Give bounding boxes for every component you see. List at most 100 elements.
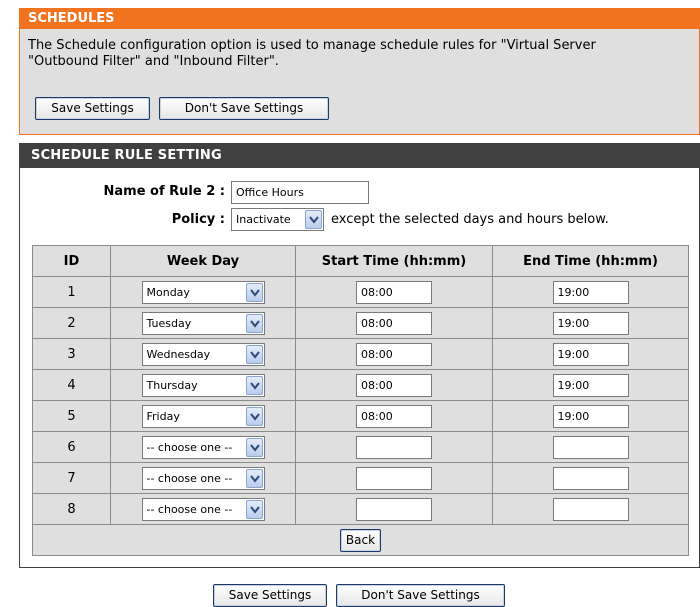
- week-day-cell: Thursday: [110, 369, 296, 401]
- end-time-input[interactable]: [552, 435, 629, 459]
- table-row: 5 Friday 08:00 19:00: [32, 400, 689, 432]
- start-time-input[interactable]: 08:00: [356, 404, 432, 428]
- schedule-table: ID Week Day Start Time (hh:mm) End Time …: [32, 245, 689, 556]
- schedule-grid: ID Week Day Start Time (hh:mm) End Time …: [32, 245, 689, 556]
- start-time-input[interactable]: 08:00: [356, 311, 432, 335]
- row-id: 6: [32, 431, 111, 463]
- table-row: 7 -- choose one --: [32, 462, 689, 494]
- week-day-select[interactable]: Friday: [141, 404, 265, 428]
- week-day-cell: Wednesday: [110, 338, 296, 370]
- policy-suffix-text: except the selected days and hours below…: [331, 212, 609, 227]
- start-time-cell: 08:00: [295, 400, 493, 432]
- start-time-input[interactable]: 08:00: [356, 280, 432, 304]
- chevron-down-icon[interactable]: [245, 282, 263, 302]
- start-time-cell: [295, 431, 493, 463]
- start-time-cell: 08:00: [295, 307, 493, 339]
- schedules-description-line2: "Outbound Filter" and "Inbound Filter".: [28, 54, 279, 69]
- schedule-rule-title: SCHEDULE RULE SETTING: [20, 144, 699, 168]
- chevron-down-icon[interactable]: [245, 344, 263, 364]
- row-id: 5: [32, 400, 111, 432]
- end-time-cell: 19:00: [492, 400, 689, 432]
- end-time-input[interactable]: 19:00: [552, 404, 629, 428]
- week-day-cell: Tuesday: [110, 307, 296, 339]
- week-day-value: -- choose one --: [146, 440, 233, 454]
- week-day-cell: Monday: [110, 276, 296, 308]
- column-header-id: ID: [32, 245, 111, 277]
- week-day-select[interactable]: Thursday: [141, 373, 265, 397]
- dont-save-settings-button[interactable]: Don't Save Settings: [159, 97, 329, 120]
- start-time-input[interactable]: [356, 497, 432, 521]
- back-button[interactable]: Back: [339, 528, 382, 552]
- chevron-down-icon[interactable]: [245, 437, 263, 457]
- end-time-cell: 19:00: [492, 369, 689, 401]
- week-day-cell: -- choose one --: [110, 462, 296, 494]
- start-time-input[interactable]: [356, 466, 432, 490]
- start-time-cell: [295, 462, 493, 494]
- schedules-title: SCHEDULES: [20, 9, 699, 29]
- end-time-input[interactable]: 19:00: [552, 311, 629, 335]
- week-day-value: -- choose one --: [146, 502, 233, 516]
- start-time-input[interactable]: [356, 435, 432, 459]
- table-header-row: ID Week Day Start Time (hh:mm) End Time …: [32, 245, 689, 277]
- schedules-panel: SCHEDULES The Schedule configuration opt…: [19, 8, 700, 135]
- save-settings-button[interactable]: Save Settings: [35, 97, 150, 120]
- week-day-cell: -- choose one --: [110, 431, 296, 463]
- week-day-value: Friday: [146, 409, 180, 423]
- end-time-input[interactable]: 19:00: [552, 342, 629, 366]
- policy-select-value: Inactivate: [236, 213, 291, 226]
- week-day-select[interactable]: Monday: [141, 280, 265, 304]
- end-time-cell: [492, 462, 689, 494]
- chevron-down-icon[interactable]: [245, 406, 263, 426]
- end-time-input[interactable]: 19:00: [552, 373, 629, 397]
- chevron-down-icon[interactable]: [245, 375, 263, 395]
- week-day-select[interactable]: -- choose one --: [141, 435, 265, 459]
- week-day-cell: -- choose one --: [110, 493, 296, 525]
- table-row: 4 Thursday 08:00 19:00: [32, 369, 689, 401]
- week-day-select[interactable]: Tuesday: [141, 311, 265, 335]
- chevron-down-icon[interactable]: [245, 468, 263, 488]
- week-day-value: Thursday: [146, 378, 198, 392]
- start-time-cell: 08:00: [295, 276, 493, 308]
- back-cell: Back: [32, 524, 689, 556]
- table-row: 1 Monday 08:00 19:00: [32, 276, 689, 308]
- week-day-select[interactable]: -- choose one --: [141, 497, 265, 521]
- row-id: 4: [32, 369, 111, 401]
- end-time-cell: 19:00: [492, 307, 689, 339]
- column-header-start-time: Start Time (hh:mm): [295, 245, 493, 277]
- start-time-cell: 08:00: [295, 369, 493, 401]
- week-day-select[interactable]: -- choose one --: [141, 466, 265, 490]
- policy-select[interactable]: Inactivate: [231, 208, 324, 231]
- footer-save-settings-button[interactable]: Save Settings: [213, 584, 327, 607]
- back-row: Back: [32, 524, 689, 556]
- end-time-cell: [492, 431, 689, 463]
- week-day-cell: Friday: [110, 400, 296, 432]
- start-time-cell: [295, 493, 493, 525]
- rule-name-label: Name of Rule 2 :: [103, 184, 226, 199]
- schedules-description: The Schedule configuration option is use…: [28, 38, 688, 70]
- row-id: 7: [32, 462, 111, 494]
- row-id: 1: [32, 276, 111, 308]
- end-time-input[interactable]: [552, 466, 629, 490]
- week-day-value: Wednesday: [146, 347, 211, 361]
- row-id: 2: [32, 307, 111, 339]
- week-day-value: -- choose one --: [146, 471, 233, 485]
- week-day-select[interactable]: Wednesday: [141, 342, 265, 366]
- chevron-down-icon[interactable]: [305, 210, 322, 229]
- table-row: 8 -- choose one --: [32, 493, 689, 525]
- end-time-input[interactable]: 19:00: [552, 280, 629, 304]
- chevron-down-icon[interactable]: [245, 313, 263, 333]
- start-time-input[interactable]: 08:00: [356, 342, 432, 366]
- chevron-down-icon[interactable]: [245, 499, 263, 519]
- end-time-cell: [492, 493, 689, 525]
- footer-dont-save-settings-button[interactable]: Don't Save Settings: [336, 584, 505, 607]
- table-row: 3 Wednesday 08:00 19:00: [32, 338, 689, 370]
- rule-name-field[interactable]: Office Hours: [231, 181, 369, 204]
- end-time-input[interactable]: [552, 497, 629, 521]
- schedule-rule-panel: SCHEDULE RULE SETTING Name of Rule 2 : O…: [19, 143, 700, 568]
- row-id: 8: [32, 493, 111, 525]
- start-time-cell: 08:00: [295, 338, 493, 370]
- start-time-input[interactable]: 08:00: [356, 373, 432, 397]
- table-row: 2 Tuesday 08:00 19:00: [32, 307, 689, 339]
- schedules-description-line1: The Schedule configuration option is use…: [28, 38, 596, 53]
- policy-label: Policy :: [171, 212, 225, 227]
